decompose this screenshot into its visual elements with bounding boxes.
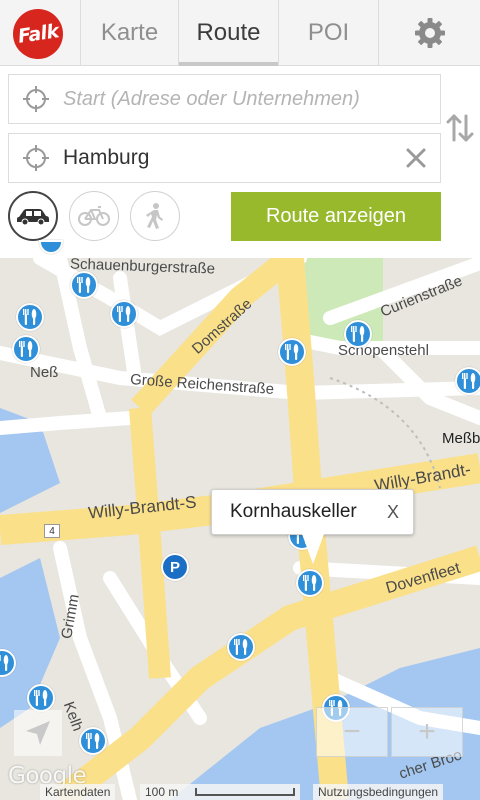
poi-popup[interactable]: Kornhauskeller X: [211, 489, 414, 535]
map-data-link[interactable]: Kartendaten: [40, 784, 116, 800]
fork-knife-icon: [23, 309, 37, 325]
restaurant-pin[interactable]: [70, 271, 98, 299]
walking-mode-button[interactable]: [130, 191, 180, 241]
parking-label: P: [169, 558, 180, 576]
popup-close-button[interactable]: X: [387, 502, 399, 523]
route-panel: Start (Adrese oder Unternehmen) Hamburg: [0, 66, 480, 258]
fork-knife-icon: [77, 277, 91, 293]
scale-label: 100 m: [145, 785, 179, 799]
fork-knife-icon: [19, 341, 33, 357]
restaurant-pin[interactable]: [455, 367, 480, 395]
gear-icon: [414, 18, 445, 48]
restaurant-pin[interactable]: [344, 320, 372, 348]
fork-knife-icon: [303, 575, 317, 591]
tab-route-label: Route: [196, 19, 261, 46]
parking-pin[interactable]: P: [161, 553, 189, 581]
street-label: Neß: [30, 364, 59, 381]
destination-value: Hamburg: [63, 146, 150, 169]
zoom-out-button[interactable]: −: [316, 707, 388, 757]
fork-knife-icon: [0, 655, 9, 671]
scale-bar: [195, 788, 295, 796]
falk-logo: Falk: [13, 9, 63, 59]
map-footer: Kartendaten 100 m Nutzungsbedingungen: [0, 784, 480, 800]
start-placeholder: Start (Adrese oder Unternehmen): [63, 87, 360, 110]
fork-knife-icon: [462, 373, 476, 389]
road-number-badge: 4: [44, 524, 60, 538]
tab-poi-label: POI: [307, 19, 350, 46]
street-label: Meßb: [442, 430, 480, 447]
tab-karte[interactable]: Karte: [80, 0, 178, 66]
fork-knife-icon: [117, 306, 131, 322]
car-mode-button[interactable]: [8, 191, 58, 241]
crosshair-icon[interactable]: [9, 74, 63, 124]
fork-knife-icon: [34, 690, 48, 706]
poi-popup-pointer: [302, 534, 324, 564]
my-location-button[interactable]: [14, 710, 62, 756]
car-icon: [17, 209, 49, 226]
bicycle-mode-button[interactable]: [69, 191, 119, 241]
tab-route[interactable]: Route: [178, 0, 278, 66]
navigation-arrow-icon: [26, 721, 50, 745]
destination-field[interactable]: Hamburg: [8, 133, 441, 183]
logo-text: Falk: [16, 20, 60, 48]
swap-icon[interactable]: [445, 112, 475, 149]
restaurant-pin[interactable]: [27, 684, 55, 712]
restaurant-pin[interactable]: [79, 727, 107, 755]
fork-knife-icon: [351, 326, 365, 342]
settings-button[interactable]: [378, 0, 480, 66]
crosshair-icon[interactable]: [9, 133, 63, 183]
fork-knife-icon: [234, 639, 248, 655]
restaurant-pin[interactable]: [12, 335, 40, 363]
restaurant-pin[interactable]: [110, 300, 138, 328]
poi-popup-name: Kornhauskeller: [230, 501, 357, 522]
tab-poi[interactable]: POI: [278, 0, 378, 66]
walking-icon: [146, 203, 163, 229]
restaurant-pin[interactable]: [16, 303, 44, 331]
bicycle-icon: [78, 206, 110, 226]
terms-link[interactable]: Nutzungsbedingungen: [313, 784, 444, 800]
start-field[interactable]: Start (Adrese oder Unternehmen): [8, 74, 441, 124]
restaurant-pin-selected[interactable]: [296, 569, 324, 597]
restaurant-pin[interactable]: [227, 633, 255, 661]
restaurant-pin[interactable]: [278, 338, 306, 366]
top-tab-bar: Falk Karte Route POI: [0, 0, 480, 66]
zoom-in-button[interactable]: +: [391, 707, 463, 757]
show-route-button[interactable]: Route anzeigen: [231, 192, 441, 241]
clear-icon[interactable]: [404, 146, 428, 175]
fork-knife-icon: [86, 733, 100, 749]
tab-karte-label: Karte: [100, 19, 159, 46]
fork-knife-icon: [285, 344, 299, 360]
